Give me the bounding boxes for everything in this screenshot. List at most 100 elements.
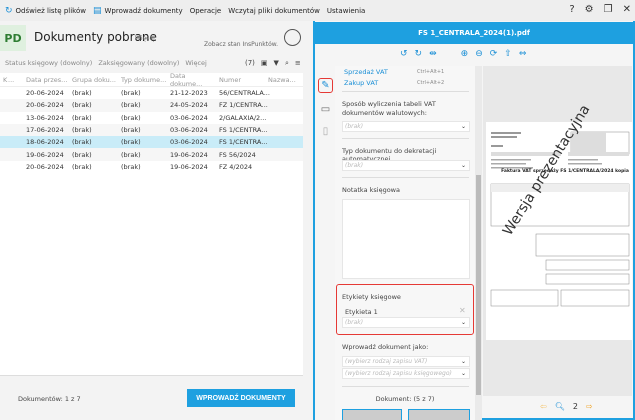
operations-menu[interactable]: Operacje (190, 7, 222, 15)
comments-icon[interactable]: ▭ (318, 102, 333, 117)
tag-select[interactable]: (brak) ⌄ (342, 317, 470, 328)
table-cell: 17-06-2024 (26, 126, 64, 135)
pdf-pager: ⇦ 🔍︎ 2 ⇨ (540, 402, 593, 411)
vat-method-label: Sposób wyliczenia tabeli VAT dokumentów … (342, 100, 436, 117)
chevron-down-icon: ⌄ (460, 358, 466, 365)
search-icon[interactable]: 🔍︎ (555, 402, 565, 411)
table-cell: (brak) (72, 150, 92, 159)
table-cell: 2/GALAXIA/2... (219, 113, 267, 122)
note-textarea[interactable] (342, 199, 470, 279)
menu-icon[interactable]: ≡ (295, 59, 301, 68)
vat-entry-select[interactable]: (wybierz rodzaj zapisu VAT) ⌄ (342, 356, 470, 367)
restore-icon[interactable]: ❐ (604, 4, 613, 15)
column-header[interactable]: ... (8, 76, 24, 84)
menu-sales-vat[interactable]: Sprzedaż VAT (344, 68, 388, 76)
table-row[interactable]: 13-06-2024 (brak) (brak) 03-06-2024 2/GALAXI… (0, 112, 303, 124)
zoom-in-icon[interactable]: ⊕ (461, 49, 469, 59)
document-edit-icon[interactable]: ✎ (318, 78, 333, 93)
image-icon[interactable]: ▣ (261, 59, 268, 68)
load-files-menu[interactable]: Wczytaj pliki dokumentów (228, 7, 320, 15)
menu-purchase-vat[interactable]: Zakup VAT (344, 79, 378, 87)
table-cell: (brak) (72, 101, 92, 110)
reset-icon[interactable]: ⟳ (490, 49, 498, 59)
help-icon[interactable]: ? (569, 4, 574, 15)
next-document-button[interactable] (408, 409, 470, 420)
shortcut: Ctrl+Alt+1 (417, 69, 445, 75)
table-cell: (brak) (121, 150, 141, 159)
prev-page-icon[interactable]: ⇦ (540, 402, 547, 411)
table-cell: FS 1/CENTRA... (219, 138, 268, 147)
refresh-icon: ↻ (5, 5, 13, 16)
table-row[interactable]: 20-06-2024 (brak) (brak) 19-06-2024 FZ 4/202… (0, 161, 303, 173)
page-number: 2 (572, 402, 578, 411)
accounting-entry-select[interactable]: (wybierz rodzaj zapisu księgowego) ⌄ (342, 368, 470, 379)
vat-method-select[interactable]: (brak) ⌄ (342, 121, 470, 132)
search-icon[interactable]: ⌕ (285, 59, 289, 68)
status-filter[interactable]: Status księgowy (dowolny) (5, 59, 92, 67)
document-counter: Dokument: (5 z 7) (375, 395, 435, 403)
divider (342, 177, 469, 178)
divider (342, 386, 469, 387)
table-cell: (brak) (121, 101, 141, 110)
column-header[interactable]: Nazwa... (268, 76, 303, 84)
pdf-invoice-title: Faktura VAT sprzedaży FS 1/CENTRALA/2024… (501, 169, 629, 174)
table-cell: 20-06-2024 (26, 162, 64, 171)
table-cell: (brak) (121, 162, 141, 171)
table-cell: 03-06-2024 (170, 126, 208, 135)
inspunkt-link[interactable]: Zobacz stan InsPunktów. (204, 41, 278, 48)
enter-documents-button[interactable]: ▤ Wprowadź dokumenty (93, 6, 183, 16)
rotate-right-icon[interactable]: ↻ (415, 49, 423, 59)
select-value: (brak) (345, 319, 364, 326)
table-cell: FZ 1/CENTRA... (219, 101, 268, 110)
rotate-left-icon[interactable]: ↺ (400, 49, 408, 59)
table-cell: (brak) (121, 138, 141, 147)
refresh-button[interactable]: ↻ Odśwież listę plików (5, 6, 86, 16)
column-header[interactable]: K (0, 76, 8, 84)
table-row[interactable]: 20-06-2024 (brak) (brak) 21-12-2023 56/CENTR… (0, 87, 303, 99)
table-row[interactable]: 17-06-2024 (brak) (brak) 03-06-2024 FS 1/CEN… (0, 123, 303, 137)
settings-menu[interactable]: Ustawienia (327, 7, 365, 15)
remove-tag-icon[interactable]: ✕ (459, 306, 466, 315)
gear-icon[interactable]: ⚙ (585, 4, 594, 15)
posted-filter[interactable]: Zaksięgowany (dowolny) (98, 59, 179, 67)
decree-type-select[interactable]: (brak) ⌄ (342, 160, 470, 171)
table-row[interactable]: 18-06-2024 (brak) (brak) 03-06-2024 FS 1/CEN… (0, 136, 303, 149)
table-cell: FS 56/2024 (219, 150, 256, 159)
table-cell: 03-06-2024 (170, 113, 208, 122)
table-row[interactable]: 20-06-2024 (brak) (brak) 24-05-2024 FZ 1/CEN… (0, 99, 303, 112)
scrollbar-thumb[interactable] (476, 175, 481, 395)
header-more-link[interactable]: Więcej (135, 35, 155, 42)
note-label: Notatka księgowa (342, 186, 400, 194)
attachment-icon[interactable]: ▯ (318, 124, 333, 139)
more-filters[interactable]: Więcej (185, 59, 206, 67)
table-cell: 19-06-2024 (26, 150, 64, 159)
close-icon[interactable]: ✕ (623, 4, 631, 15)
pdf-toolbar: ↺ ↻ ⇹ ⊕ ⊖ ⟳ ⇧ ⇔ (400, 49, 526, 59)
fit-height-icon[interactable]: ⇧ (504, 49, 512, 59)
chevron-down-icon: ⌄ (460, 319, 466, 326)
split-icon[interactable]: ⇹ (429, 49, 437, 59)
table-cell: FZ 4/2024 (219, 162, 253, 171)
table-row[interactable]: 19-06-2024 (brak) (brak) 19-06-2024 FS 56/20… (0, 148, 303, 161)
column-header[interactable]: Typ dokume... (121, 76, 170, 84)
table-cell: 20-06-2024 (26, 101, 64, 110)
column-header[interactable]: Grupa doku... (72, 76, 121, 84)
clock-icon[interactable] (284, 29, 301, 46)
shortcut: Ctrl+Alt+2 (417, 80, 445, 86)
filter-bar: Status księgowy (dowolny) Zaksięgowany (… (5, 59, 207, 67)
table-cell: (brak) (72, 89, 92, 98)
select-value: (wybierz rodzaj zapisu księgowego) (345, 370, 452, 377)
column-header[interactable]: Data dokume... (170, 72, 219, 88)
filter-icon[interactable]: ▼ (274, 59, 279, 68)
fit-width-icon[interactable]: ⇔ (519, 49, 527, 59)
enter-documents-primary-button[interactable]: WPROWADŹ DOKUMENTY (187, 389, 295, 407)
column-header[interactable]: Numer (219, 76, 268, 84)
table-cell: FS 1/CENTRA... (219, 126, 268, 135)
prev-document-button[interactable] (342, 409, 402, 420)
tags-label: Etykiety księgowe (342, 293, 401, 301)
chevron-down-icon: ⌄ (460, 162, 466, 169)
zoom-out-icon[interactable]: ⊖ (475, 49, 483, 59)
chevron-down-icon: ⌄ (460, 123, 466, 130)
next-page-icon[interactable]: ⇨ (586, 402, 593, 411)
column-header[interactable]: Data przes... (24, 76, 72, 84)
